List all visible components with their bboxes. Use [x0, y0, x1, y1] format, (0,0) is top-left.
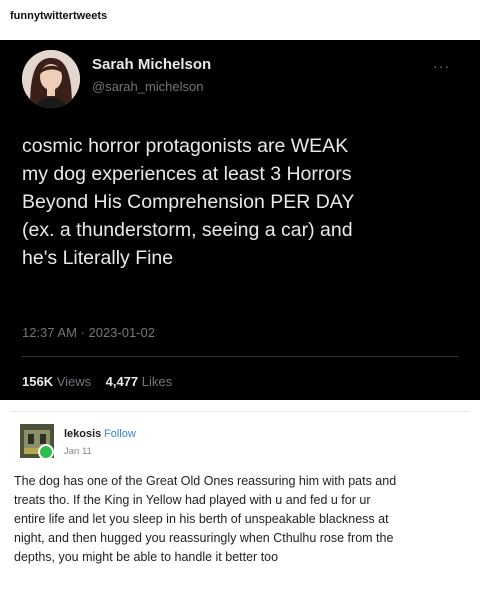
views-count: 156K [22, 374, 54, 389]
reply-text: The dog has one of the Great Old Ones re… [14, 472, 469, 567]
tweet-timestamp[interactable]: 12:37 AM · 2023-01-02 [22, 325, 155, 340]
reply-username[interactable]: lekosis [64, 428, 101, 440]
author-name[interactable]: Sarah Michelson [92, 56, 211, 73]
tweet-text-line: cosmic horror protagonists are WEAK [22, 135, 349, 157]
tweet-stats: 156K Views 4,477 Likes [22, 374, 172, 389]
tweet-text-line: he's Literally Fine [22, 247, 174, 269]
tweet-text: cosmic horror protagonists are WEAK my d… [22, 132, 467, 272]
more-options-icon[interactable]: ··· [433, 58, 450, 74]
reply-text-line: depths, you might be able to handle it b… [14, 550, 279, 564]
online-status-icon [38, 444, 54, 460]
reply-date: Jan 11 [64, 446, 92, 457]
likes-label[interactable]: Likes [142, 374, 172, 389]
profile-avatar[interactable] [22, 50, 80, 108]
tweet-divider [22, 356, 458, 357]
follow-button[interactable]: Follow [104, 428, 136, 440]
blog-name[interactable]: funnytwittertweets [10, 10, 107, 22]
reply-text-line: entire life and let you sleep in his ber… [14, 512, 389, 526]
tweet-text-line: (ex. a thunderstorm, seeing a car) and [22, 219, 353, 241]
reply-text-line: night, and then hugged you reassuringly … [14, 531, 394, 545]
author-handle[interactable]: @sarah_michelson [92, 79, 203, 94]
tweet-text-line: my dog experiences at least 3 Horrors [22, 163, 352, 185]
tweet-text-line: Beyond His Comprehension PER DAY [22, 191, 355, 213]
views-label: Views [56, 374, 92, 389]
reply-text-line: The dog has one of the Great Old Ones re… [14, 474, 397, 488]
post-divider [10, 411, 470, 412]
reply-text-line: treats tho. If the King in Yellow had pl… [14, 493, 371, 507]
likes-count[interactable]: 4,477 [106, 374, 139, 389]
